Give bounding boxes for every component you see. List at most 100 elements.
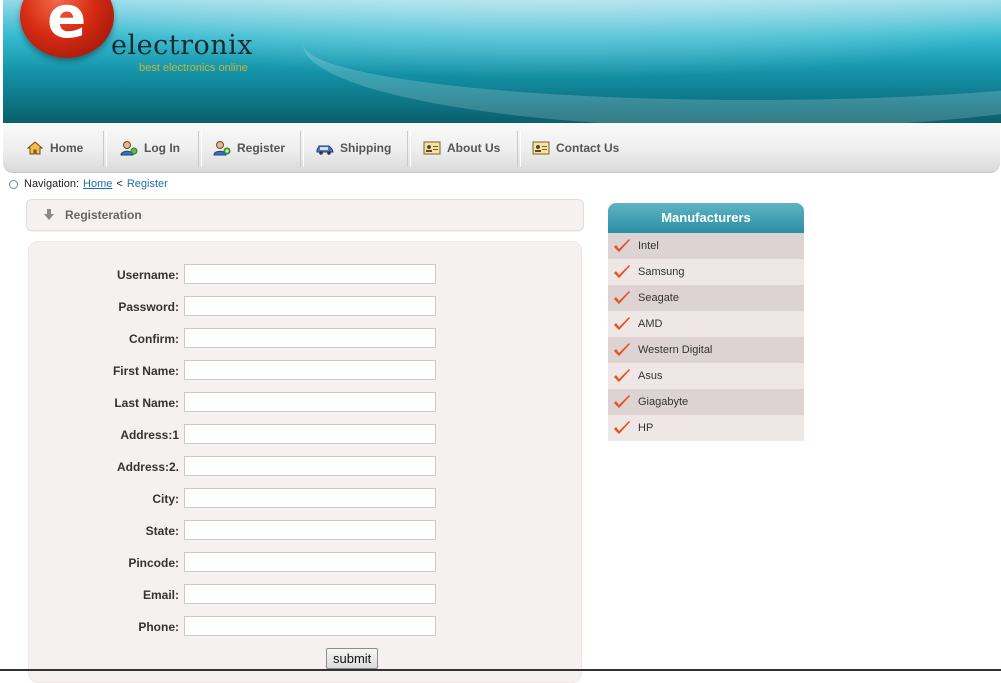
city-field[interactable]: [184, 488, 436, 508]
checkmark-icon: [614, 317, 630, 330]
breadcrumb-prefix: Navigation:: [24, 178, 80, 190]
form-row-phone: Phone:: [29, 616, 581, 638]
pincode-field[interactable]: [184, 552, 436, 572]
home-icon: [26, 140, 44, 154]
registration-form: Username: Password: Confirm: First Name:…: [28, 241, 582, 683]
manufacturers-box: Manufacturers Intel Samsung Seagate AMD …: [608, 203, 804, 441]
field-label: Confirm:: [129, 332, 179, 346]
checkmark-icon: [614, 395, 630, 408]
checkmark-icon: [614, 421, 630, 434]
breadcrumb-current: Register: [126, 178, 168, 190]
confirm-password-field[interactable]: [184, 328, 436, 348]
form-row-password: Password:: [29, 296, 581, 318]
email-field[interactable]: [184, 584, 436, 604]
login-user-icon: [120, 140, 138, 155]
manufacturer-item[interactable]: AMD: [608, 311, 804, 337]
field-label: Pincode:: [128, 556, 179, 570]
manufacturers-title: Manufacturers: [608, 203, 804, 233]
manufacturer-name: AMD: [638, 318, 663, 330]
form-row-city: City:: [29, 488, 581, 510]
field-label: Phone:: [138, 620, 179, 634]
form-row-last-name: Last Name:: [29, 392, 581, 414]
manufacturer-name: Asus: [638, 370, 663, 382]
nav-divider: [517, 131, 521, 167]
nav-contact[interactable]: Contact Us: [532, 123, 619, 172]
manufacturer-item[interactable]: Asus: [608, 363, 804, 389]
nav-shipping[interactable]: Shipping: [316, 123, 391, 172]
nav-divider: [300, 131, 304, 167]
manufacturer-name: Samsung: [638, 266, 685, 278]
nav-login[interactable]: Log In: [120, 123, 180, 172]
manufacturer-item[interactable]: Giagabyte: [608, 389, 804, 415]
nav-label: Home: [50, 140, 84, 155]
nav-label: Register: [237, 140, 286, 155]
checkmark-icon: [614, 369, 630, 382]
nav-home[interactable]: Home: [26, 123, 83, 172]
field-label: State:: [145, 524, 179, 538]
manufacturer-item[interactable]: Intel: [608, 233, 804, 259]
state-field[interactable]: [184, 520, 436, 540]
nav-divider: [198, 131, 202, 167]
checkmark-icon: [614, 239, 630, 252]
target-icon: [9, 179, 18, 189]
nav-divider: [407, 131, 411, 167]
form-row-pincode: Pincode:: [29, 552, 581, 574]
password-field[interactable]: [184, 296, 436, 316]
checkmark-icon: [614, 265, 630, 278]
field-label: First Name:: [112, 364, 179, 378]
manufacturer-name: Intel: [638, 240, 659, 252]
username-field[interactable]: [184, 264, 436, 284]
manufacturer-name: Western Digital: [638, 344, 713, 356]
form-row-first-name: First Name:: [29, 360, 581, 382]
down-arrow-icon: [44, 209, 54, 220]
manufacturer-name: HP: [638, 422, 654, 434]
registration-title: Registeration: [65, 208, 142, 222]
field-label: Address:2.: [116, 460, 179, 474]
manufacturer-item[interactable]: Samsung: [608, 259, 804, 285]
logo-name[interactable]: electronix: [111, 30, 253, 61]
manufacturer-item[interactable]: Seagate: [608, 285, 804, 311]
nav-about[interactable]: About Us: [423, 123, 500, 172]
main-nav: Home Log In Register Shipping About Us C…: [3, 123, 1000, 173]
first-name-field[interactable]: [184, 360, 436, 380]
address1-field[interactable]: [184, 424, 436, 444]
form-row-username: Username:: [29, 264, 581, 286]
form-row-address1: Address:1: [29, 424, 581, 446]
id-card-icon: [423, 141, 441, 154]
form-row-state: State:: [29, 520, 581, 542]
manufacturer-name: Giagabyte: [638, 396, 689, 408]
manufacturers-list: Intel Samsung Seagate AMD Western Digita…: [608, 233, 804, 441]
site-header: e electronix best electronics online: [3, 0, 1001, 123]
breadcrumb-home-link[interactable]: Home: [83, 178, 112, 190]
nav-label: Log In: [144, 140, 180, 155]
manufacturer-name: Seagate: [638, 292, 679, 304]
field-label: Username:: [116, 268, 179, 282]
submit-button[interactable]: submit: [326, 648, 379, 669]
field-label: Password:: [118, 300, 179, 314]
checkmark-icon: [614, 291, 630, 304]
nav-divider: [103, 131, 107, 167]
id-card-icon: [532, 141, 550, 154]
breadcrumb-separator: <: [116, 178, 123, 190]
breadcrumb: Navigation: Home < Register: [9, 178, 168, 190]
logo-letter: e: [47, 0, 87, 51]
field-label: Address:1: [120, 428, 179, 442]
last-name-field[interactable]: [184, 392, 436, 412]
field-label: Email:: [142, 588, 179, 602]
register-user-icon: [213, 140, 231, 155]
form-row-confirm: Confirm:: [29, 328, 581, 350]
manufacturer-item[interactable]: Western Digital: [608, 337, 804, 363]
phone-field[interactable]: [184, 616, 436, 636]
field-label: Last Name:: [114, 396, 179, 410]
nav-label: About Us: [447, 140, 501, 155]
manufacturer-item[interactable]: HP: [608, 415, 804, 441]
car-icon: [316, 145, 334, 155]
checkmark-icon: [614, 343, 630, 356]
logo-tagline: best electronics online: [139, 62, 248, 74]
registration-panel-header: Registeration: [26, 199, 584, 231]
nav-label: Shipping: [340, 140, 392, 155]
nav-register[interactable]: Register: [213, 123, 285, 172]
address2-field[interactable]: [184, 456, 436, 476]
nav-label: Contact Us: [556, 140, 620, 155]
form-row-address2: Address:2.: [29, 456, 581, 478]
